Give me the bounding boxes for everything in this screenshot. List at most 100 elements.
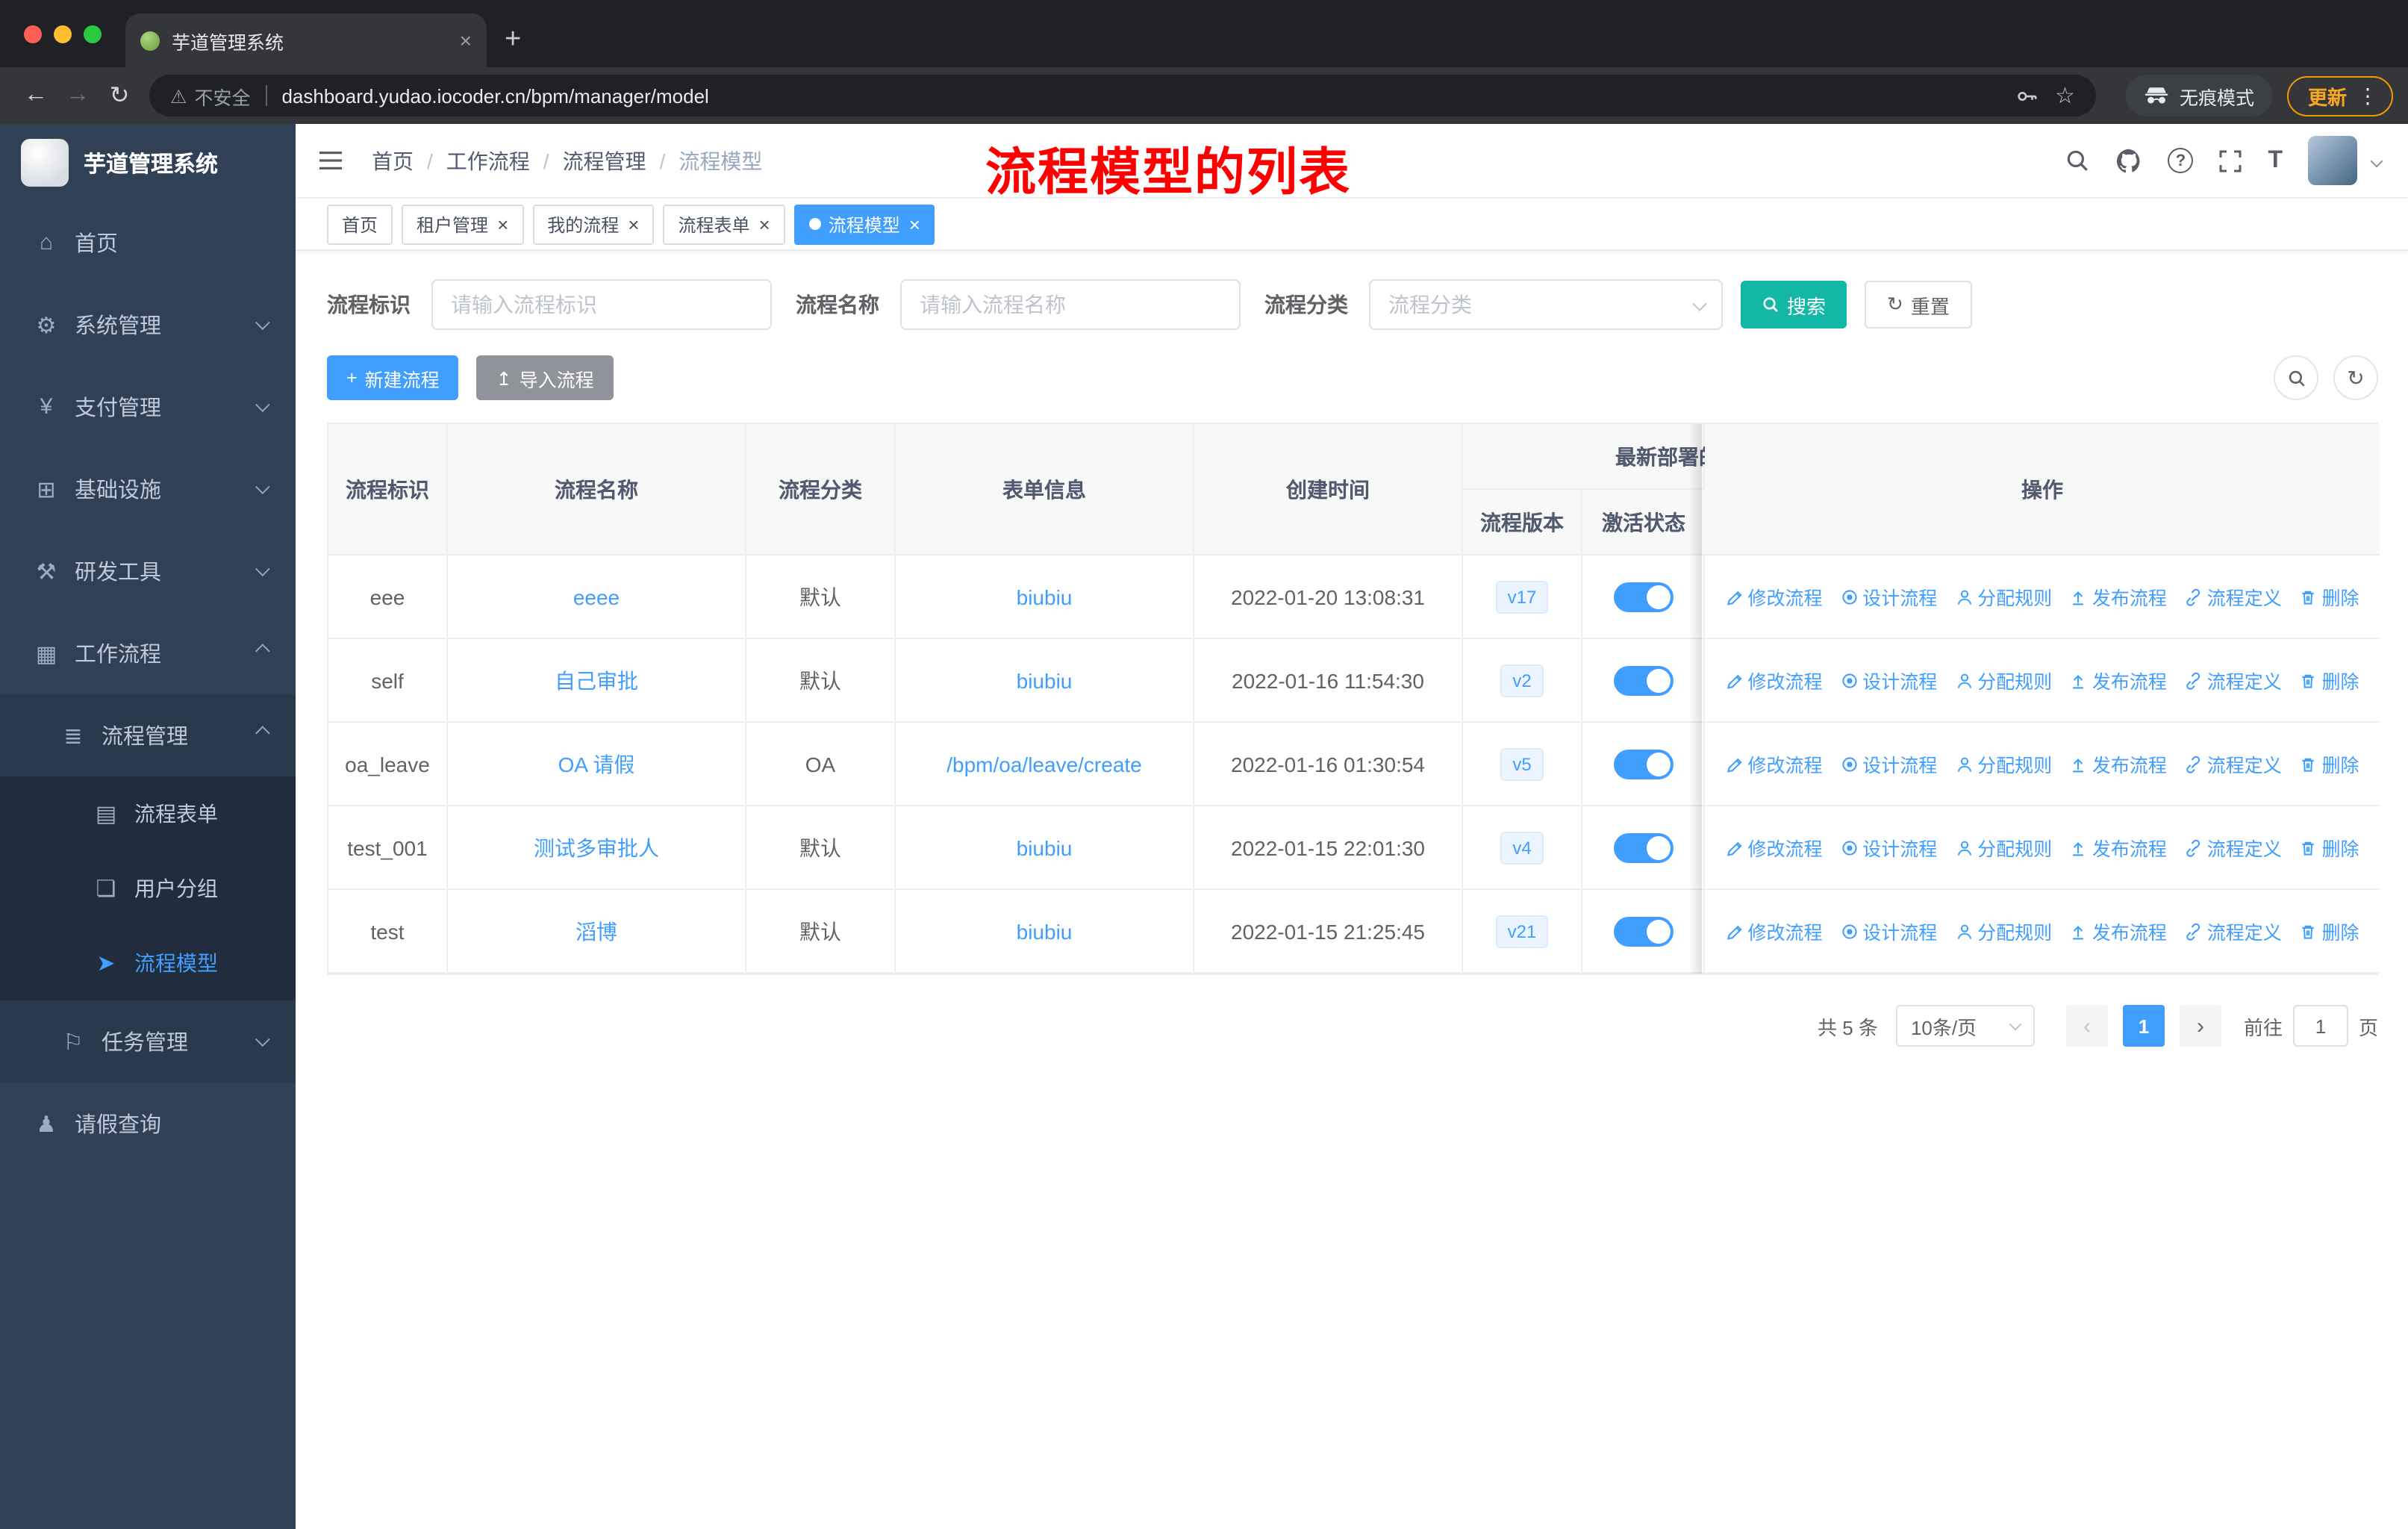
modify-process-link[interactable]: 修改流程 bbox=[1725, 833, 1822, 862]
process-definition-link[interactable]: 流程定义 bbox=[2185, 582, 2282, 611]
sidebar-item-11[interactable]: ♟ 请假查询 bbox=[0, 1083, 296, 1165]
security-label[interactable]: 不安全 bbox=[194, 81, 250, 110]
active-toggle[interactable] bbox=[1613, 582, 1673, 611]
delete-link[interactable]: 删除 bbox=[2300, 917, 2359, 945]
delete-link[interactable]: 删除 bbox=[2300, 666, 2359, 694]
create-process-button[interactable]: + 新建流程 bbox=[327, 355, 459, 400]
assign-rule-link[interactable]: 分配规则 bbox=[1955, 666, 2052, 694]
close-icon[interactable]: × bbox=[497, 213, 508, 235]
next-page-button[interactable]: › bbox=[2179, 1005, 2221, 1047]
delete-link[interactable]: 删除 bbox=[2300, 833, 2359, 862]
user-avatar[interactable] bbox=[2308, 136, 2357, 185]
category-select[interactable]: 流程分类 bbox=[1369, 279, 1723, 330]
sidebar-item-9[interactable]: ➤ 流程模型 bbox=[0, 926, 296, 1000]
active-toggle[interactable] bbox=[1613, 749, 1673, 779]
minimize-window-button[interactable] bbox=[54, 25, 72, 43]
sidebar-item-0[interactable]: ⌂ 首页 bbox=[0, 202, 296, 284]
prev-page-button[interactable]: ‹ bbox=[2065, 1005, 2108, 1047]
search-button[interactable]: 搜索 bbox=[1741, 281, 1847, 328]
design-process-link[interactable]: 设计流程 bbox=[1840, 917, 1937, 945]
reload-icon[interactable]: ↻ bbox=[99, 75, 140, 116]
page-number-1[interactable]: 1 bbox=[2122, 1005, 2165, 1047]
goto-page-input[interactable] bbox=[2292, 1005, 2348, 1047]
process-id-input[interactable] bbox=[431, 279, 772, 330]
active-toggle[interactable] bbox=[1613, 916, 1673, 946]
design-process-link[interactable]: 设计流程 bbox=[1840, 833, 1937, 862]
help-icon[interactable]: ? bbox=[2168, 148, 2194, 173]
form-info-link[interactable]: biubiu bbox=[1017, 835, 1073, 859]
form-info-link[interactable]: /bpm/oa/leave/create bbox=[946, 752, 1142, 776]
process-definition-link[interactable]: 流程定义 bbox=[2185, 750, 2282, 778]
back-icon[interactable]: ← bbox=[15, 75, 57, 116]
close-icon[interactable]: × bbox=[909, 213, 920, 235]
design-process-link[interactable]: 设计流程 bbox=[1840, 750, 1937, 778]
tab-tag-3[interactable]: 流程表单 × bbox=[663, 204, 785, 244]
active-toggle[interactable] bbox=[1613, 665, 1673, 695]
modify-process-link[interactable]: 修改流程 bbox=[1725, 666, 1822, 694]
modify-process-link[interactable]: 修改流程 bbox=[1725, 750, 1822, 778]
browser-tab[interactable]: 芋道管理系统 × bbox=[125, 13, 487, 67]
update-button[interactable]: 更新 ⋮ bbox=[2286, 75, 2393, 116]
sidebar-item-8[interactable]: ❏ 用户分组 bbox=[0, 851, 296, 926]
tab-tag-1[interactable]: 租户管理 × bbox=[402, 204, 524, 244]
refresh-table-button[interactable]: ↻ bbox=[2333, 355, 2378, 400]
sidebar-item-4[interactable]: ⚒ 研发工具 bbox=[0, 530, 296, 612]
form-info-link[interactable]: biubiu bbox=[1017, 919, 1073, 943]
fullscreen-icon[interactable] bbox=[2218, 149, 2242, 172]
process-name-link[interactable]: eeee bbox=[573, 585, 620, 608]
publish-process-link[interactable]: 发布流程 bbox=[2070, 666, 2167, 694]
key-icon[interactable] bbox=[2015, 84, 2037, 107]
sidebar-item-3[interactable]: ⊞ 基础设施 bbox=[0, 448, 296, 530]
tab-tag-2[interactable]: 我的流程 × bbox=[532, 204, 655, 244]
assign-rule-link[interactable]: 分配规则 bbox=[1955, 582, 2052, 611]
process-name-link[interactable]: 滔博 bbox=[576, 919, 617, 943]
form-info-link[interactable]: biubiu bbox=[1017, 585, 1073, 608]
import-process-button[interactable]: ↥ 导入流程 bbox=[476, 355, 614, 400]
update-label[interactable]: 更新 bbox=[2308, 81, 2347, 110]
publish-process-link[interactable]: 发布流程 bbox=[2070, 833, 2167, 862]
assign-rule-link[interactable]: 分配规则 bbox=[1955, 750, 2052, 778]
collapse-sidebar-icon[interactable] bbox=[316, 148, 345, 173]
active-toggle[interactable] bbox=[1613, 832, 1673, 862]
bookmark-star-icon[interactable]: ☆ bbox=[2055, 82, 2075, 109]
sidebar-item-7[interactable]: ▤ 流程表单 bbox=[0, 776, 296, 851]
url-text[interactable]: dashboard.yudao.iocoder.cn/bpm/manager/m… bbox=[281, 84, 708, 107]
design-process-link[interactable]: 设计流程 bbox=[1840, 582, 1937, 611]
breadcrumb-item[interactable]: 工作流程 bbox=[446, 146, 530, 175]
design-process-link[interactable]: 设计流程 bbox=[1840, 666, 1937, 694]
form-info-link[interactable]: biubiu bbox=[1017, 668, 1073, 692]
toggle-search-button[interactable] bbox=[2274, 355, 2318, 400]
process-name-link[interactable]: OA 请假 bbox=[558, 752, 635, 776]
close-icon[interactable]: × bbox=[759, 213, 770, 235]
tab-tag-0[interactable]: 首页 bbox=[327, 204, 393, 244]
sidebar-item-6[interactable]: ≣ 流程管理 bbox=[0, 694, 296, 776]
publish-process-link[interactable]: 发布流程 bbox=[2070, 750, 2167, 778]
sidebar-item-1[interactable]: ⚙ 系统管理 bbox=[0, 284, 296, 366]
process-name-link[interactable]: 自己审批 bbox=[555, 668, 638, 692]
modify-process-link[interactable]: 修改流程 bbox=[1725, 917, 1822, 945]
breadcrumb-item[interactable]: 流程管理 bbox=[563, 146, 646, 175]
process-definition-link[interactable]: 流程定义 bbox=[2185, 917, 2282, 945]
publish-process-link[interactable]: 发布流程 bbox=[2070, 582, 2167, 611]
browser-menu-icon[interactable]: ⋮ bbox=[2357, 83, 2378, 108]
process-name-input[interactable] bbox=[900, 279, 1241, 330]
process-definition-link[interactable]: 流程定义 bbox=[2185, 666, 2282, 694]
github-icon[interactable] bbox=[2115, 147, 2142, 174]
sidebar-item-5[interactable]: ▦ 工作流程 bbox=[0, 612, 296, 694]
process-name-link[interactable]: 测试多审批人 bbox=[534, 835, 659, 859]
delete-link[interactable]: 删除 bbox=[2300, 750, 2359, 778]
tab-close-icon[interactable]: × bbox=[460, 28, 472, 52]
address-bar[interactable]: ⚠ 不安全 dashboard.yudao.iocoder.cn/bpm/man… bbox=[149, 75, 2096, 116]
assign-rule-link[interactable]: 分配规则 bbox=[1955, 917, 2052, 945]
modify-process-link[interactable]: 修改流程 bbox=[1725, 582, 1822, 611]
close-icon[interactable]: × bbox=[628, 213, 639, 235]
delete-link[interactable]: 删除 bbox=[2300, 582, 2359, 611]
breadcrumb-item[interactable]: 首页 bbox=[372, 146, 414, 175]
close-window-button[interactable] bbox=[24, 25, 42, 43]
sidebar-item-2[interactable]: ¥ 支付管理 bbox=[0, 366, 296, 448]
new-tab-button[interactable]: + bbox=[505, 24, 521, 57]
forward-icon[interactable]: → bbox=[57, 75, 99, 116]
sidebar-logo[interactable]: 芋道管理系统 bbox=[0, 124, 296, 202]
tab-tag-4[interactable]: 流程模型 × bbox=[793, 204, 935, 244]
publish-process-link[interactable]: 发布流程 bbox=[2070, 917, 2167, 945]
